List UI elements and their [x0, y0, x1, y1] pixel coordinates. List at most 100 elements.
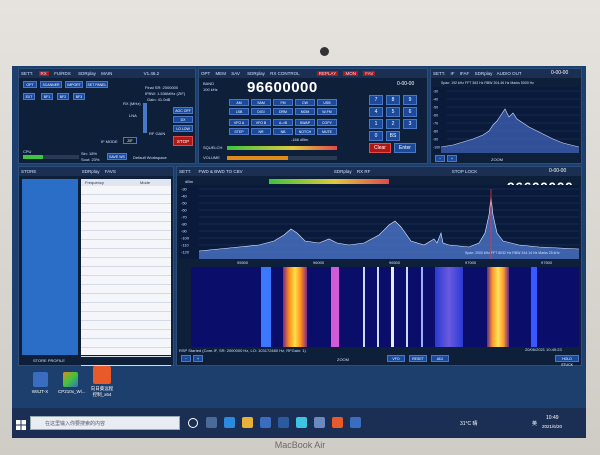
tab-mem[interactable]: MEM: [215, 71, 226, 76]
table-row[interactable]: [81, 294, 171, 303]
scanner-button[interactable]: SCANNER: [40, 81, 62, 88]
import-button[interactable]: IMPORT: [65, 81, 83, 88]
table-row[interactable]: [81, 339, 171, 348]
mode-button-drm[interactable]: DRM: [273, 108, 293, 115]
keypad-key-clear[interactable]: Clear: [369, 143, 391, 153]
desktop-icon-sunlogin[interactable]: 向日葵远程控制_x64: [90, 366, 114, 398]
stop-button[interactable]: STOP: [173, 136, 193, 146]
table-row[interactable]: [81, 321, 171, 330]
hold-stuck-button[interactable]: HOLD STUCK: [555, 355, 579, 367]
replay-button[interactable]: REPLAY: [316, 71, 339, 76]
set-panel-button[interactable]: SET PANEL: [86, 81, 108, 88]
sunlogin-taskbar-icon[interactable]: [332, 417, 343, 428]
tab-sav[interactable]: SAV: [231, 71, 240, 76]
control-button-step[interactable]: STEP: [229, 128, 249, 135]
tab-favs[interactable]: FAVS: [105, 169, 116, 174]
tab-rx-control[interactable]: RX CONTROL: [270, 71, 299, 76]
audio-spectrum[interactable]: -30 -40 -50 -60 -70 -80 -90 -100: [433, 87, 580, 153]
app-icon[interactable]: [296, 417, 307, 428]
zoom-minus[interactable]: −: [181, 355, 191, 362]
mode-button-cw[interactable]: CW: [295, 99, 315, 106]
vfo-frequency[interactable]: 96600000: [247, 79, 318, 96]
windows-start-icon[interactable]: [16, 417, 26, 430]
stop-lock-button[interactable]: STOP LOCK: [452, 169, 478, 174]
col-mode[interactable]: Mode: [140, 179, 150, 186]
keypad-key-0[interactable]: 0: [369, 131, 383, 141]
fav-button[interactable]: FAV: [363, 71, 376, 76]
tab-if[interactable]: IF: [451, 71, 455, 76]
taskbar-search-input[interactable]: 在这里输入你要搜索的内容: [30, 416, 180, 430]
col-frequency[interactable]: Frequency: [81, 179, 140, 186]
control-button-nr[interactable]: NR: [251, 128, 271, 135]
control-button-nb[interactable]: NB: [273, 128, 293, 135]
favs-table[interactable]: Frequency Mode: [81, 179, 171, 366]
tab-sett[interactable]: SETT.: [433, 71, 445, 76]
table-row[interactable]: [81, 249, 171, 258]
bf2-button[interactable]: BF2: [57, 93, 69, 100]
desktop-icon-cp210x[interactable]: CP210x_Wi...: [58, 372, 86, 394]
control-button-vfob[interactable]: VFO B: [251, 119, 271, 126]
keypad-key-3[interactable]: 3: [403, 119, 417, 129]
wsjtx-taskbar-icon[interactable]: [350, 417, 361, 428]
keypad-key-1[interactable]: 1: [369, 119, 383, 129]
table-row[interactable]: [81, 231, 171, 240]
taskbar-time[interactable]: 10:49: [546, 415, 559, 421]
tab-fwd-bwd[interactable]: FWD & BWD TO CBV: [199, 169, 243, 174]
table-row[interactable]: [81, 357, 171, 366]
tab-sdrplay[interactable]: SDRplay: [475, 71, 493, 76]
dx-button[interactable]: DX: [173, 116, 193, 123]
desktop-icon-wsjtx[interactable]: WSJT-X: [28, 372, 52, 394]
table-row[interactable]: [81, 303, 171, 312]
control-button-vfoa[interactable]: VFO A: [229, 119, 249, 126]
tab-sdrplay[interactable]: SDRplay: [78, 71, 96, 76]
tab-audio-out[interactable]: AUDIO OUT: [497, 71, 522, 76]
store-icon[interactable]: [260, 417, 271, 428]
mode-button-am[interactable]: AM: [229, 99, 249, 106]
reset-button[interactable]: RESET: [409, 355, 427, 362]
table-row[interactable]: [81, 285, 171, 294]
audio-zoom-plus[interactable]: +: [447, 155, 457, 162]
tab-main[interactable]: MAIN: [101, 71, 112, 76]
waterfall[interactable]: [191, 267, 579, 347]
tab-ifaf[interactable]: IFAF: [460, 71, 470, 76]
zoom-plus[interactable]: +: [193, 355, 203, 362]
table-row[interactable]: [81, 195, 171, 204]
tab-fu-rds[interactable]: FU/RDS: [54, 71, 71, 76]
zif-button[interactable]: ZIF: [123, 137, 137, 144]
rf-gain-slider[interactable]: [143, 103, 147, 133]
table-row[interactable]: [81, 312, 171, 321]
tab-sdrplay[interactable]: SDRplay: [82, 169, 100, 174]
task-view-icon[interactable]: [206, 417, 217, 428]
mode-button-usb[interactable]: USB: [317, 99, 337, 106]
ime-indicator[interactable]: 英: [532, 420, 537, 427]
table-row[interactable]: [81, 348, 171, 357]
table-row[interactable]: [81, 330, 171, 339]
keypad-key-8[interactable]: 8: [386, 95, 400, 105]
tab-sett[interactable]: SETT.: [21, 71, 33, 76]
tab-rx-rf[interactable]: RX RF: [357, 169, 371, 174]
file-explorer-icon[interactable]: [242, 417, 253, 428]
rf-spectrum[interactable]: -30 -40 -50 -60 -70 -80 -90 -100 -110 -120: [179, 185, 580, 259]
control-button-notch[interactable]: NOTCH: [295, 128, 315, 135]
control-button-mute[interactable]: MUTE: [317, 128, 337, 135]
mode-button-mom[interactable]: MOM: [295, 108, 315, 115]
table-row[interactable]: [81, 258, 171, 267]
tab-sdrplay[interactable]: SDRplay: [247, 71, 265, 76]
store-list[interactable]: [22, 179, 78, 355]
lo-low-button[interactable]: LO LOW: [173, 125, 193, 132]
table-row[interactable]: [81, 204, 171, 213]
opt-button[interactable]: OPT: [23, 81, 37, 88]
volume-slider[interactable]: [227, 156, 337, 160]
tab-store[interactable]: STORE: [21, 169, 36, 174]
control-button-swap[interactable]: SWAP: [295, 119, 315, 126]
mode-button-fm[interactable]: FM: [273, 99, 293, 106]
table-row[interactable]: [81, 186, 171, 195]
taskbar-date[interactable]: 2021/6/20: [542, 424, 562, 429]
control-button-copy[interactable]: COPY: [317, 119, 337, 126]
tab-opt[interactable]: OPT: [201, 71, 210, 76]
table-row[interactable]: [81, 267, 171, 276]
mode-button-digi[interactable]: DIGI: [251, 108, 271, 115]
keypad-key-2[interactable]: 2: [386, 119, 400, 129]
mon-button[interactable]: MON: [343, 71, 358, 76]
ext-button[interactable]: EXT: [23, 93, 35, 100]
